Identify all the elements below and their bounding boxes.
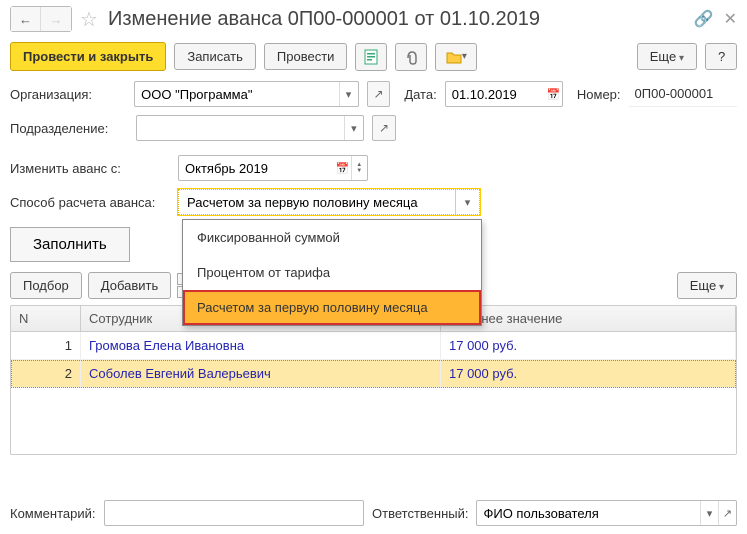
row-n: 2 [11, 360, 81, 387]
comment-field[interactable] [104, 500, 365, 526]
row-employee[interactable]: Громова Елена Ивановна [81, 332, 441, 359]
method-label: Способ расчета аванса: [10, 195, 170, 210]
dropdown-option[interactable]: Фиксированной суммой [183, 220, 481, 255]
org-dropdown-icon[interactable]: ▾ [339, 82, 357, 106]
dept-open-icon[interactable]: ↗ [372, 115, 396, 141]
row-prev: 17 000 руб. [441, 360, 736, 387]
dept-input[interactable] [137, 116, 344, 140]
nav-back-forward[interactable]: ← → [10, 6, 72, 32]
method-field[interactable]: ▾ [178, 189, 480, 215]
favorite-star-icon[interactable]: ☆ [80, 7, 98, 32]
back-button[interactable]: ← [11, 7, 41, 31]
dropdown-option[interactable]: Расчетом за первую половину месяца [183, 290, 481, 325]
report-icon-button[interactable] [355, 43, 387, 71]
change-from-label: Изменить аванс с: [10, 161, 170, 176]
forward-button[interactable]: → [41, 7, 71, 31]
resp-input[interactable] [477, 501, 700, 525]
resp-dropdown-icon[interactable]: ▾ [701, 501, 718, 525]
close-icon[interactable]: ✕ [724, 9, 737, 29]
date-field[interactable]: 📅 [445, 81, 563, 107]
row-n: 1 [11, 332, 81, 359]
link-icon[interactable]: 🔗 [694, 9, 714, 29]
post-and-close-button[interactable]: Провести и закрыть [10, 42, 166, 71]
col-prev-value: Прежнее значение [441, 306, 736, 331]
save-button[interactable]: Записать [174, 43, 256, 70]
row-employee[interactable]: Соболев Евгений Валерьевич [81, 360, 441, 387]
comment-label: Комментарий: [10, 506, 96, 521]
change-from-field[interactable]: 📅 ▲▼ [178, 155, 368, 181]
resp-open-icon[interactable]: ↗ [719, 501, 736, 525]
change-from-input[interactable] [179, 156, 334, 180]
col-n: N [11, 306, 81, 331]
pick-button[interactable]: Подбор [10, 272, 82, 299]
method-dropdown[interactable]: Фиксированной суммой Процентом от тарифа… [182, 219, 482, 326]
post-button[interactable]: Провести [264, 43, 348, 70]
table-more-button[interactable]: Еще [677, 272, 737, 299]
add-button[interactable]: Добавить [88, 272, 171, 299]
number-label: Номер: [577, 87, 621, 102]
org-input[interactable] [135, 82, 338, 106]
comment-input[interactable] [105, 501, 364, 525]
month-calendar-icon[interactable]: 📅 [334, 156, 350, 180]
attach-icon-button[interactable] [395, 43, 427, 71]
dept-dropdown-icon[interactable]: ▾ [345, 116, 363, 140]
dropdown-option[interactable]: Процентом от тарифа [183, 255, 481, 290]
org-open-icon[interactable]: ↗ [367, 81, 391, 107]
method-input[interactable] [179, 190, 455, 214]
table-row[interactable]: 2 Соболев Евгений Валерьевич 17 000 руб. [11, 360, 736, 388]
row-prev: 17 000 руб. [441, 332, 736, 359]
window-title: Изменение аванса 0П00-000001 от 01.10.20… [108, 8, 688, 31]
employees-grid[interactable]: N Сотрудник Прежнее значение 1 Громова Е… [10, 305, 737, 455]
number-value: 0П00-000001 [629, 81, 737, 107]
dept-field[interactable]: ▾ [136, 115, 364, 141]
fill-button[interactable]: Заполнить [10, 227, 130, 262]
help-button[interactable]: ? [705, 43, 737, 70]
resp-label: Ответственный: [372, 506, 468, 521]
method-dropdown-icon[interactable]: ▾ [455, 190, 479, 214]
table-row[interactable]: 1 Громова Елена Ивановна 17 000 руб. [11, 332, 736, 360]
date-input[interactable] [446, 82, 545, 106]
resp-field[interactable]: ▾ ↗ [476, 500, 737, 526]
org-field[interactable]: ▾ [134, 81, 358, 107]
dept-label: Подразделение: [10, 121, 128, 136]
folder-icon-button[interactable] [435, 43, 477, 71]
month-spinner[interactable]: ▲▼ [351, 156, 367, 180]
calendar-icon[interactable]: 📅 [545, 82, 562, 106]
date-label: Дата: [404, 87, 436, 102]
org-label: Организация: [10, 87, 126, 102]
more-button[interactable]: Еще [637, 43, 697, 70]
